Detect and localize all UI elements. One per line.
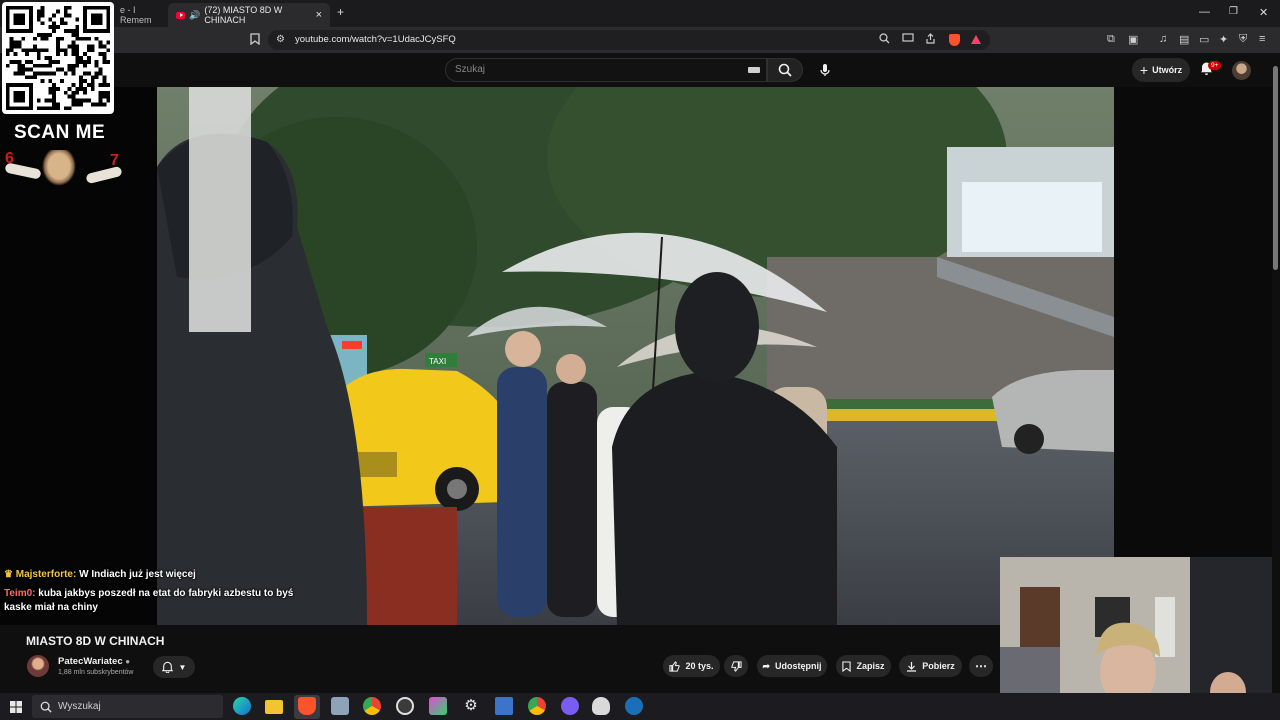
video-player[interactable]: TAXI [157, 87, 1114, 625]
share-arrow-icon: ➦ [762, 660, 771, 671]
leo-ai-icon[interactable]: ✦ [1219, 33, 1228, 46]
vpn-icon[interactable]: ⛨ [1239, 33, 1247, 46]
subscriber-count: 1,88 mln subskrybentów [58, 669, 134, 676]
edge-icon[interactable] [233, 697, 251, 715]
account-avatar[interactable] [1232, 61, 1251, 80]
chrome-alt-icon[interactable] [528, 697, 546, 715]
hamster-emote [42, 150, 76, 186]
thumbs-down-icon [730, 660, 742, 672]
wallet-icon[interactable]: ▣ [1128, 33, 1138, 46]
save-label: Zapisz [856, 661, 885, 671]
search-button[interactable] [767, 58, 803, 82]
channel-name[interactable]: PatecWariatec ● [58, 656, 130, 667]
qr-caption: SCAN ME [14, 122, 106, 143]
new-tab-button[interactable]: + [337, 5, 344, 19]
browser-tab-strip: e - I Remem 🔊 (72) MIASTO 8D W CHINACH ×… [0, 0, 1280, 27]
share-button[interactable]: ➦ Udostępnij [757, 655, 827, 677]
extensions-icon[interactable]: ⧉ [1107, 33, 1115, 46]
download-button[interactable]: Pobierz [899, 655, 962, 677]
chat-text: W Indiach już jest więcej [79, 569, 196, 580]
obs-icon[interactable] [396, 697, 414, 715]
cast-icon[interactable] [902, 33, 914, 46]
site-settings-icon[interactable]: ⚙ [276, 34, 285, 45]
video-title: MIASTO 8D W CHINACH [26, 634, 165, 648]
tab-title: (72) MIASTO 8D W CHINACH [204, 5, 283, 25]
create-label: Utwórz [1152, 65, 1183, 75]
stream-overlay-right [1114, 87, 1272, 557]
scrollbar-thumb[interactable] [1273, 66, 1278, 270]
channel-avatar[interactable] [27, 655, 49, 677]
save-button[interactable]: Zapisz [836, 655, 891, 677]
more-icon: ⋯ [975, 659, 987, 673]
download-icon [907, 661, 917, 672]
discord-icon[interactable] [561, 697, 579, 715]
brave-shield-icon[interactable] [949, 34, 960, 46]
audio-playing-icon[interactable]: 🔊 [189, 10, 200, 21]
youtube-favicon-icon [176, 11, 186, 19]
search-input[interactable] [445, 58, 767, 82]
close-tab-icon[interactable]: × [316, 9, 322, 21]
microphone-icon [820, 64, 830, 76]
chat-message: Teim0: kuba jakbys poszedł na etat do fa… [4, 588, 293, 599]
qr-code [2, 2, 114, 114]
like-count: 20 tys. [685, 661, 714, 671]
windows-start-icon[interactable] [10, 700, 22, 718]
menu-icon[interactable]: ≡ [1259, 33, 1265, 45]
app-icon[interactable] [331, 697, 349, 715]
chevron-down-icon: ▼ [178, 662, 187, 672]
steam-icon[interactable] [625, 697, 643, 715]
url-text[interactable]: youtube.com/watch?v=1UdacJCySFQ [295, 34, 456, 45]
calculator-icon[interactable] [495, 697, 513, 715]
share-icon[interactable] [925, 33, 936, 47]
dislike-button[interactable] [724, 655, 748, 677]
create-button[interactable]: + Utwórz [1132, 58, 1190, 82]
browser-tab-inactive[interactable]: e - I Remem [112, 3, 164, 27]
chat-author: Majsterforte: [15, 569, 77, 580]
taxi-sign: TAXI [429, 357, 446, 366]
thumbs-up-icon [669, 660, 681, 672]
chrome-icon[interactable] [363, 697, 381, 715]
like-button[interactable]: 20 tys. [663, 655, 720, 677]
chat-message-continued: kaske miał na chiny [4, 602, 98, 613]
wallet-card-icon[interactable]: ▭ [1199, 33, 1209, 46]
settings-gear-icon[interactable]: ⚙ [462, 697, 480, 715]
tab-title: e - I Remem [120, 5, 152, 25]
bookmark-icon[interactable] [250, 33, 260, 48]
search-placeholder: Szukaj [455, 64, 486, 75]
notifications-badge: 9+ [1208, 61, 1222, 70]
more-actions-button[interactable]: ⋯ [969, 655, 993, 677]
taskbar-search-placeholder: Wyszukaj [58, 701, 101, 712]
subscription-bell-button[interactable]: ▼ [153, 656, 195, 678]
plus-icon: + [1139, 62, 1149, 78]
media-controls-icon[interactable]: ♫ [1159, 33, 1167, 45]
minimize-icon[interactable]: — [1199, 6, 1210, 18]
chat-author: Teim0: [4, 588, 36, 599]
restore-icon[interactable]: ❐ [1229, 6, 1238, 17]
sidebar-icon[interactable]: ▤ [1179, 33, 1189, 46]
chat-message: ♛ Majsterforte: W Indiach już jest więce… [4, 569, 196, 580]
zoom-icon[interactable] [879, 33, 890, 47]
brave-icon [298, 697, 316, 715]
share-label: Udostępnij [775, 661, 822, 671]
bell-icon [161, 661, 173, 673]
chat-text: kaske miał na chiny [4, 602, 98, 613]
app-icon[interactable] [429, 697, 447, 715]
voice-search-button[interactable] [813, 58, 837, 82]
chat-text: kuba jakbys poszedł na etat do fabryki a… [38, 588, 294, 599]
keyboard-icon[interactable] [748, 67, 760, 73]
brave-rewards-icon[interactable] [971, 35, 981, 44]
crown-icon: ♛ [4, 569, 13, 580]
app-icon[interactable] [592, 697, 610, 715]
browser-tab-active[interactable]: 🔊 (72) MIASTO 8D W CHINACH × [168, 3, 330, 27]
download-label: Pobierz [922, 661, 955, 671]
file-explorer-icon[interactable] [265, 700, 283, 714]
close-window-icon[interactable]: ✕ [1259, 6, 1268, 19]
verified-icon: ● [125, 657, 131, 666]
video-frame: TAXI [157, 87, 1114, 625]
taskbar-search-icon [40, 700, 52, 718]
save-bookmark-icon [842, 660, 852, 672]
search-icon [778, 63, 792, 77]
